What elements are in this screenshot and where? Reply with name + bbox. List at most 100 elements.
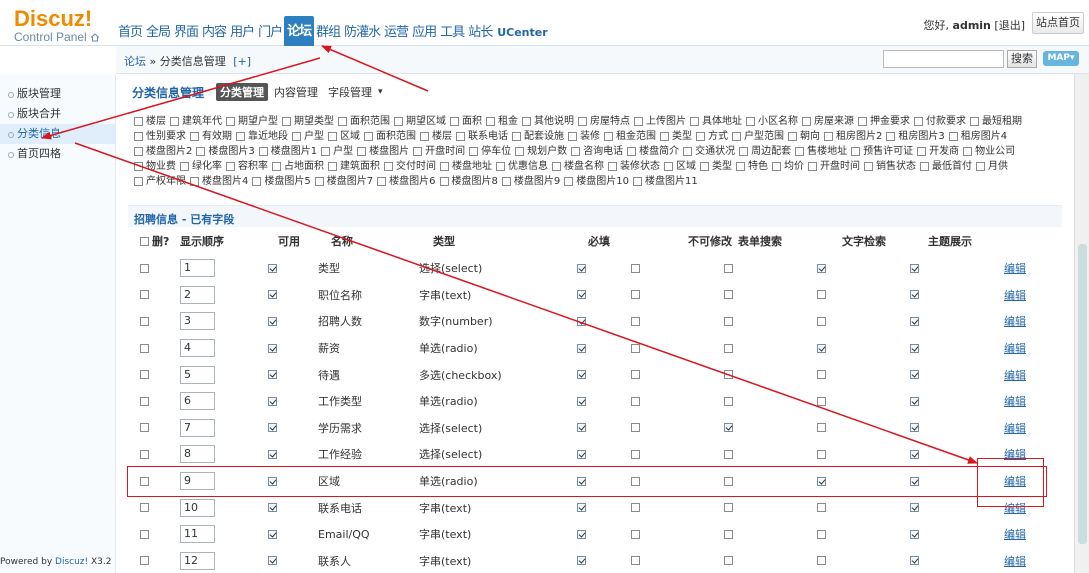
topnav-item[interactable]: 界面 <box>172 22 200 46</box>
field-tag-checkbox[interactable] <box>736 162 745 171</box>
text-search-checkbox[interactable] <box>817 370 826 380</box>
order-input[interactable]: 7 <box>180 418 215 437</box>
field-tag-checkbox[interactable] <box>456 132 465 141</box>
field-tag[interactable]: 有效期 <box>190 129 232 144</box>
required-checkbox[interactable] <box>577 343 586 353</box>
field-tag[interactable]: 楼盘图片7 <box>314 174 373 189</box>
topnav-item[interactable]: 全局 <box>144 22 172 46</box>
field-tag-checkbox[interactable] <box>604 132 613 141</box>
scrollbar-thumb[interactable] <box>1078 244 1087 544</box>
field-tag[interactable]: 容积率 <box>226 159 268 174</box>
required-checkbox[interactable] <box>577 263 586 273</box>
delete-checkbox[interactable] <box>140 449 149 459</box>
delete-checkbox[interactable] <box>140 529 149 539</box>
field-tag[interactable]: 楼盘地址 <box>440 159 492 174</box>
thread-display-checkbox[interactable] <box>910 343 919 353</box>
sidebar-item[interactable]: 版块合并 <box>0 104 115 124</box>
field-tag[interactable]: 其他说明 <box>522 114 574 129</box>
field-tag[interactable]: 面积 <box>450 114 482 129</box>
field-tag[interactable]: 优惠信息 <box>496 159 548 174</box>
available-checkbox[interactable] <box>268 423 277 433</box>
field-tag[interactable]: 绿化率 <box>180 159 222 174</box>
field-tag[interactable]: 开盘时间 <box>413 144 465 159</box>
field-tag[interactable]: 最短租期 <box>970 114 1022 129</box>
required-checkbox[interactable] <box>577 556 586 566</box>
field-tag[interactable]: 特色 <box>736 159 768 174</box>
field-tag[interactable]: 楼盘图片9 <box>501 174 560 189</box>
required-checkbox[interactable] <box>577 423 586 433</box>
thread-display-checkbox[interactable] <box>910 396 919 406</box>
field-tag[interactable]: 开盘时间 <box>808 159 860 174</box>
edit-link[interactable]: 编辑 <box>1004 500 1026 516</box>
thread-display-checkbox[interactable] <box>910 556 919 566</box>
field-tag-checkbox[interactable] <box>963 147 973 156</box>
readonly-checkbox[interactable] <box>631 290 640 300</box>
site-home-button[interactable]: 站点首页 <box>1032 12 1084 34</box>
required-checkbox[interactable] <box>577 370 586 380</box>
field-tag-checkbox[interactable] <box>439 177 449 186</box>
order-input[interactable]: 8 <box>180 445 215 464</box>
field-tag[interactable]: 楼盘图片5 <box>252 174 311 189</box>
field-tag[interactable]: 交通状况 <box>683 144 735 159</box>
thread-display-checkbox[interactable] <box>910 529 919 539</box>
field-tag[interactable]: 租房图片3 <box>886 129 945 144</box>
field-tag-checkbox[interactable] <box>226 117 235 126</box>
field-tag[interactable]: 楼盘图片 <box>357 144 409 159</box>
topnav-item[interactable]: 工具 <box>438 22 466 46</box>
field-tag[interactable]: 占地面积 <box>272 159 324 174</box>
breadcrumb-add[interactable]: [+] <box>233 55 251 68</box>
field-tag-checkbox[interactable] <box>522 117 531 126</box>
delete-checkbox[interactable] <box>140 476 149 486</box>
field-tag[interactable]: 面积范围 <box>364 129 416 144</box>
field-tag[interactable]: 付款要求 <box>914 114 966 129</box>
field-tag[interactable]: 楼盘图片4 <box>190 174 248 189</box>
field-tag[interactable]: 售楼地址 <box>795 144 847 159</box>
field-tag-checkbox[interactable] <box>328 162 337 171</box>
field-tag-checkbox[interactable] <box>571 147 581 156</box>
field-tag-checkbox[interactable] <box>501 177 511 186</box>
text-search-checkbox[interactable] <box>817 556 826 566</box>
form-search-checkbox[interactable] <box>724 316 733 326</box>
field-tag-checkbox[interactable] <box>469 147 479 156</box>
field-tag-checkbox[interactable] <box>321 147 331 156</box>
field-tag-checkbox[interactable] <box>772 162 781 171</box>
field-tag[interactable]: 楼盘图片8 <box>439 174 498 189</box>
field-tag-checkbox[interactable] <box>970 117 979 126</box>
field-tag-checkbox[interactable] <box>450 117 459 126</box>
readonly-checkbox[interactable] <box>631 556 640 566</box>
readonly-checkbox[interactable] <box>631 396 640 406</box>
form-search-checkbox[interactable] <box>724 290 733 300</box>
delete-checkbox[interactable] <box>140 263 149 273</box>
field-tag[interactable]: 均价 <box>772 159 804 174</box>
text-search-checkbox[interactable] <box>817 423 826 433</box>
select-all-checkbox[interactable] <box>140 236 149 246</box>
field-tag-checkbox[interactable] <box>180 162 189 171</box>
thread-display-checkbox[interactable] <box>910 316 919 326</box>
text-search-checkbox[interactable] <box>817 529 826 539</box>
topnav-item[interactable]: 首页 <box>116 22 144 46</box>
field-tag-checkbox[interactable] <box>496 162 505 171</box>
form-search-checkbox[interactable] <box>724 263 733 273</box>
topnav-item[interactable]: 门户 <box>256 22 284 46</box>
readonly-checkbox[interactable] <box>631 263 640 273</box>
required-checkbox[interactable] <box>577 316 586 326</box>
order-input[interactable]: 2 <box>180 285 215 304</box>
readonly-checkbox[interactable] <box>631 529 640 539</box>
field-tag-checkbox[interactable] <box>914 117 923 126</box>
field-tag-checkbox[interactable] <box>627 147 637 156</box>
form-search-checkbox[interactable] <box>724 556 733 566</box>
username[interactable]: admin <box>953 19 991 32</box>
field-tag[interactable]: 交付时间 <box>384 159 436 174</box>
field-tag[interactable]: 最低首付 <box>920 159 972 174</box>
form-search-checkbox[interactable] <box>724 423 733 433</box>
field-tag[interactable]: 租金范围 <box>604 129 656 144</box>
readonly-checkbox[interactable] <box>631 476 640 486</box>
field-tag-checkbox[interactable] <box>795 147 805 156</box>
field-tag-checkbox[interactable] <box>134 117 143 126</box>
field-tag[interactable]: 咨询电话 <box>571 144 623 159</box>
form-search-checkbox[interactable] <box>724 449 733 459</box>
tab-item[interactable]: 分类管理 <box>216 83 269 101</box>
field-tag[interactable]: 楼盘名称 <box>552 159 604 174</box>
field-tag-checkbox[interactable] <box>632 177 642 186</box>
field-tag-checkbox[interactable] <box>338 117 347 126</box>
